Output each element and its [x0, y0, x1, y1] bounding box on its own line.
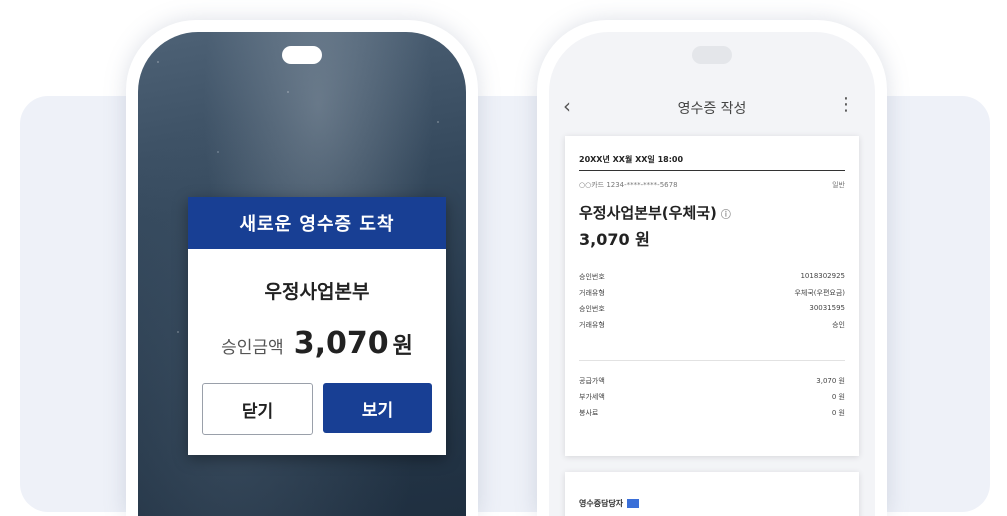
popup-title: 새로운 영수증 도착 — [188, 197, 446, 249]
receipt-merchant: 우정사업본부(우체국) ⓘ — [579, 204, 731, 222]
info-icon[interactable]: ⓘ — [721, 210, 731, 221]
amount-details: 공급가액 3,070 원 부가세액 0 원 봉사료 0 원 — [579, 376, 845, 424]
phone-receipt: ‹ 영수증 작성 ⋮ 20XX년 XX월 XX일 18:00 ○○카드 1234… — [537, 20, 887, 516]
amount-unit: 원 — [392, 334, 413, 359]
more-vertical-icon[interactable]: ⋮ — [837, 94, 855, 115]
detail-row: 거래유형 우체국(우편요금) — [579, 289, 845, 297]
camera-notch — [692, 46, 732, 64]
view-button[interactable]: 보기 — [323, 383, 432, 433]
night-sky-wallpaper: 새로운 영수증 도착 우정사업본부 승인금액 3,070 원 닫기 보기 — [138, 32, 466, 516]
phone-notification: 새로운 영수증 도착 우정사업본부 승인금액 3,070 원 닫기 보기 — [126, 20, 478, 516]
popup-merchant: 우정사업본부 — [264, 281, 370, 303]
receipt-screen: ‹ 영수증 작성 ⋮ 20XX년 XX월 XX일 18:00 ○○카드 1234… — [549, 32, 875, 516]
badge-icon — [627, 499, 640, 508]
receipt-notification-popup: 새로운 영수증 도착 우정사업본부 승인금액 3,070 원 닫기 보기 — [188, 197, 446, 455]
receipt-date: 20XX년 XX월 XX일 18:00 — [579, 155, 684, 164]
detail-row: 승인번호 30031595 — [579, 304, 845, 313]
popup-amount-row: 승인금액 3,070 원 — [188, 326, 446, 361]
app-title: 영수증 작성 — [677, 101, 747, 117]
receipt-card: 20XX년 XX월 XX일 18:00 ○○카드 1234-****-****-… — [565, 136, 859, 456]
detail-row: 거래유형 승인 — [579, 321, 845, 329]
camera-notch — [282, 46, 322, 64]
amount-row: 부가세액 0 원 — [579, 393, 845, 401]
amount-row: 공급가액 3,070 원 — [579, 377, 845, 385]
payment-type: 일반 — [832, 181, 845, 189]
receipt-manager-label: 영수증담당자 — [579, 498, 640, 509]
amount-value: 3,070 — [293, 326, 389, 361]
app-header: ‹ 영수증 작성 ⋮ — [549, 92, 875, 122]
detail-row: 승인번호 1018302925 — [579, 272, 845, 281]
card-number: ○○카드 1234-****-****-5678 — [579, 181, 678, 189]
receipt-total: 3,070 원 — [579, 230, 650, 249]
receipt-manager-card: 영수증담당자 — [565, 472, 859, 516]
close-button[interactable]: 닫기 — [202, 383, 313, 435]
amount-label: 승인금액 — [221, 338, 284, 358]
amount-row: 봉사료 0 원 — [579, 409, 845, 417]
popup-buttons: 닫기 보기 — [202, 383, 432, 435]
approval-details: 승인번호 1018302925 거래유형 우체국(우편요금) 승인번호 3003159… — [579, 272, 845, 336]
